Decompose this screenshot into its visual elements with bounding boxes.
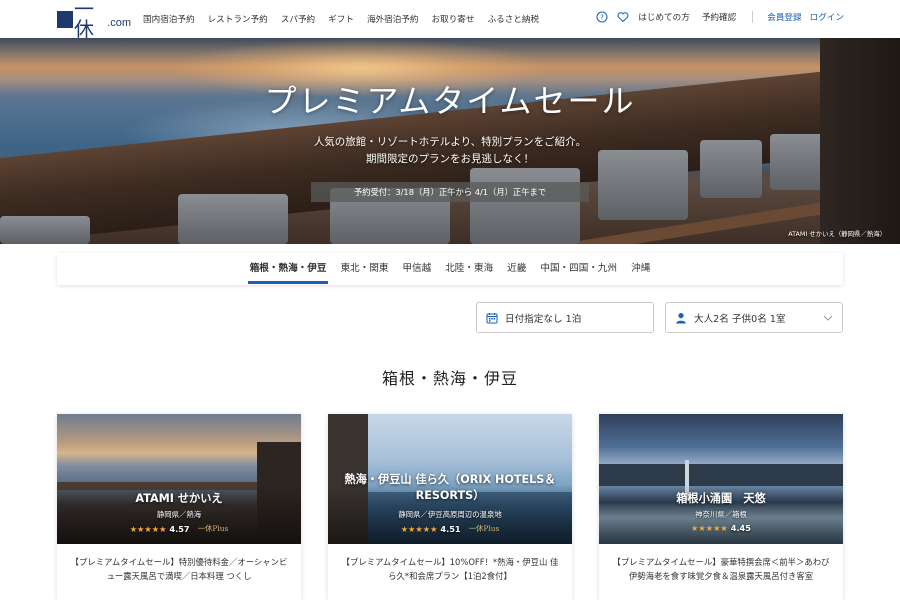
first-time-link[interactable]: はじめての方	[638, 11, 690, 23]
star-rating-icon: ★★★★★	[129, 523, 167, 534]
hotel-rating: ★★★★★ 4.51 一休Plus	[328, 523, 572, 534]
tab-chugoku-shikoku-kyushu[interactable]: 中国・四国・九州	[540, 253, 617, 285]
ikyu-plus-badge: 一休Plus	[468, 524, 500, 533]
hotel-rating: ★★★★★ 4.57 一休Plus	[57, 523, 301, 534]
svg-text:?: ?	[600, 14, 604, 22]
hero-chair	[0, 216, 90, 244]
rating-score: 4.51	[440, 523, 461, 534]
nav-spa[interactable]: スパ予約	[281, 13, 315, 25]
hotel-photo: ATAMI せかいえ 静岡県／熱海 ★★★★★ 4.57 一休Plus	[57, 414, 301, 544]
logo-mark	[57, 10, 74, 28]
hotel-location: 神奈川県／箱根	[695, 510, 747, 519]
nav-domestic-hotel[interactable]: 国内宿泊予約	[143, 13, 195, 25]
guest-selector[interactable]: 大人2名 子供0名 1室	[665, 302, 843, 333]
hero-title: プレミアムタイムセール	[264, 82, 636, 120]
star-rating-icon: ★★★★★	[691, 523, 728, 533]
calendar-icon	[486, 312, 498, 323]
site-header: 一休 .com 国内宿泊予約 レストラン予約 スパ予約 ギフト 海外宿泊予約 お…	[0, 0, 900, 39]
nav-restaurant[interactable]: レストラン予約	[208, 13, 268, 25]
ikyu-logo[interactable]: 一休 .com	[57, 0, 131, 39]
plan-description: 【プレミアムタイムセール】特別優待料金／オーシャンビュー露天風呂で満喫／日本料理…	[70, 557, 288, 581]
tab-hokuriku-tokai[interactable]: 北陸・東海	[445, 253, 493, 285]
nav-gift[interactable]: ギフト	[328, 13, 354, 25]
rating-score: 4.57	[169, 523, 190, 534]
hotel-name: 熱海・伊豆山 佳ら久（ORIX HOTELS＆RESORTS）	[344, 473, 556, 502]
hotel-location: 静岡県／伊豆高原周辺の温泉地	[398, 510, 502, 519]
nav-overseas-hotel[interactable]: 海外宿泊予約	[367, 13, 419, 25]
hotel-card[interactable]: 箱根小涌園 天悠 神奈川県／箱根 ★★★★★ 4.45 【プレミアムタイムセール…	[599, 414, 843, 600]
user-nav: ? はじめての方 予約確認 会員登録 ログイン	[596, 11, 844, 23]
photo-credit: ATAMI せかいえ（静岡県／熱海）	[788, 230, 886, 238]
hotel-name: 箱根小涌園 天悠	[676, 492, 766, 505]
photo-mountains	[599, 464, 843, 486]
hero-chair	[470, 168, 580, 244]
main-nav: 国内宿泊予約 レストラン予約 スパ予約 ギフト 海外宿泊予約 お取り寄せ ふるさ…	[143, 13, 552, 25]
sale-period: 予約受付：3/18（月）正午から 4/1（月）正午まで	[311, 182, 589, 202]
tab-tohoku-kanto[interactable]: 東北・関東	[340, 253, 388, 285]
hotel-location: 静岡県／熱海	[156, 510, 202, 519]
login-link[interactable]: ログイン	[810, 11, 844, 23]
logo-text: 一休	[74, 0, 95, 41]
reservation-check-link[interactable]: 予約確認	[702, 11, 736, 23]
logo-suffix: .com	[107, 17, 131, 29]
hero-subtitle-line1: 人気の旅館・リゾートホテルより、特別プランをご紹介。	[313, 136, 587, 148]
date-value: 日付指定なし 1泊	[505, 313, 582, 325]
date-selector[interactable]: 日付指定なし 1泊	[476, 302, 654, 333]
tab-koshinetsu[interactable]: 甲信越	[402, 253, 431, 285]
rating-score: 4.45	[730, 523, 751, 533]
nav-mail-order[interactable]: お取り寄せ	[432, 13, 475, 25]
hotel-name: ATAMI せかいえ	[135, 492, 223, 505]
hero-subtitle-line2: 期間限定のプランをお見逃しなく！	[366, 153, 534, 165]
person-icon	[676, 312, 686, 323]
chevron-down-icon	[823, 315, 833, 321]
plan-description: 【プレミアムタイムセール】10%OFF！*熱海・伊豆山 佳ら久*和会席プラン【1…	[341, 557, 559, 581]
hero-subtitle: 人気の旅館・リゾートホテルより、特別プランをご紹介。 期間限定のプランをお見逃し…	[0, 134, 900, 168]
nav-divider	[752, 11, 754, 23]
guest-value: 大人2名 子供0名 1室	[694, 313, 786, 325]
hotel-photo: 箱根小涌園 天悠 神奈川県／箱根 ★★★★★ 4.45	[599, 414, 843, 544]
tab-kinki[interactable]: 近畿	[507, 253, 526, 285]
section-title: 箱根・熱海・伊豆	[381, 369, 518, 388]
register-link[interactable]: 会員登録	[767, 11, 801, 23]
hotel-card[interactable]: ATAMI せかいえ 静岡県／熱海 ★★★★★ 4.57 一休Plus 【プレミ…	[57, 414, 301, 600]
hotel-rating: ★★★★★ 4.45	[599, 523, 843, 533]
hero-banner: プレミアムタイムセール 人気の旅館・リゾートホテルより、特別プランをご紹介。 期…	[0, 38, 900, 244]
favorite-heart-icon[interactable]	[617, 11, 629, 23]
nav-furusato[interactable]: ふるさと納税	[488, 13, 540, 25]
ikyu-plus-badge: 一休Plus	[197, 524, 229, 533]
star-rating-icon: ★★★★★	[400, 523, 438, 534]
hero-chair	[178, 194, 288, 244]
hotel-photo: 熱海・伊豆山 佳ら久（ORIX HOTELS＆RESORTS） 静岡県／伊豆高原…	[328, 414, 572, 544]
plan-description: 【プレミアムタイムセール】豪華特撰会席＜前半＞あわび伊勢海老を食す味覚夕食＆温泉…	[612, 557, 830, 581]
help-icon[interactable]: ?	[596, 11, 608, 23]
region-tabs: 箱根・熱海・伊豆 東北・関東 甲信越 北陸・東海 近畿 中国・四国・九州 沖縄	[57, 253, 843, 285]
tab-okinawa[interactable]: 沖縄	[631, 253, 650, 285]
tab-hakone-atami-izu[interactable]: 箱根・熱海・伊豆	[247, 253, 329, 285]
hotel-card[interactable]: 熱海・伊豆山 佳ら久（ORIX HOTELS＆RESORTS） 静岡県／伊豆高原…	[328, 414, 572, 600]
